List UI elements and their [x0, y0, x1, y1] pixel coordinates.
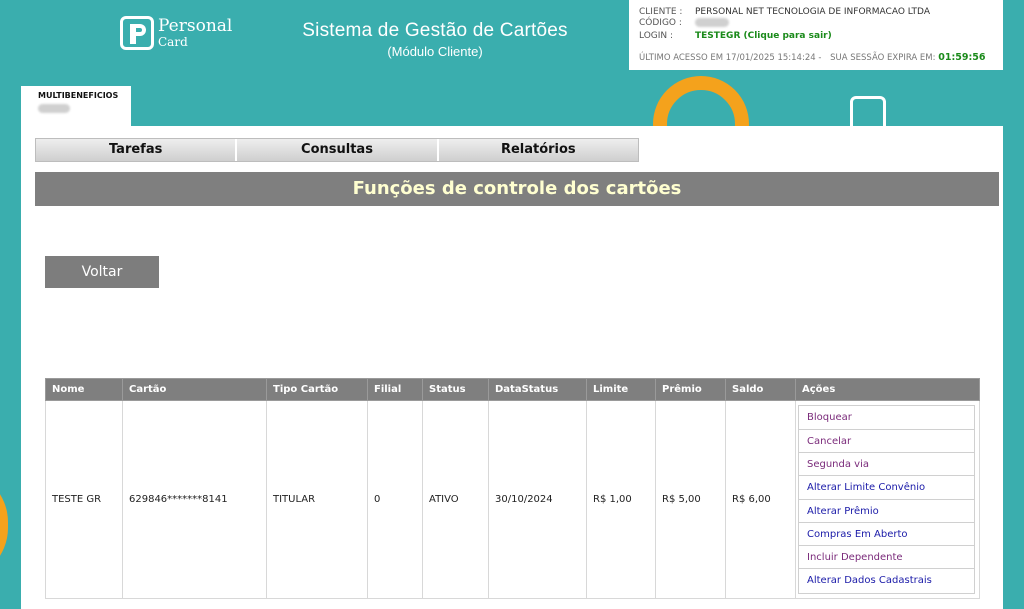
- action-compras-em-aberto[interactable]: Compras Em Aberto: [799, 523, 974, 547]
- codigo-label: CÓDIGO :: [639, 18, 682, 28]
- action-segunda-via[interactable]: Segunda via: [799, 453, 974, 477]
- cell-cartao: 629846*******8141: [122, 400, 267, 599]
- actions-list: Bloquear Cancelar Segunda via Alterar Li…: [798, 405, 975, 594]
- cell-limite: R$ 1,00: [586, 400, 656, 599]
- logo-line2: Card: [158, 35, 188, 49]
- table-header-row: Nome Cartão Tipo Cartão Filial Status Da…: [45, 378, 980, 401]
- login-label: LOGIN :: [639, 31, 674, 41]
- menu-tarefas[interactable]: Tarefas: [36, 139, 238, 161]
- page-subtitle: (Módulo Cliente): [387, 44, 483, 59]
- col-datastatus: DataStatus: [488, 378, 587, 401]
- action-incluir-dependente[interactable]: Incluir Dependente: [799, 546, 974, 570]
- cell-saldo: R$ 6,00: [725, 400, 796, 599]
- action-alterar-dados-cadastrais[interactable]: Alterar Dados Cadastrais: [799, 569, 974, 592]
- action-alterar-premio[interactable]: Alterar Prêmio: [799, 500, 974, 523]
- back-button[interactable]: Voltar: [45, 256, 159, 288]
- action-alterar-limite-convenio[interactable]: Alterar Limite Convênio: [799, 476, 974, 500]
- section-title: Funções de controle dos cartões: [35, 172, 999, 206]
- menu-relatorios[interactable]: Relatórios: [438, 139, 638, 161]
- logo-line1: Personal: [158, 16, 233, 36]
- col-filial: Filial: [367, 378, 423, 401]
- tab-multibeneficios[interactable]: MULTIBENEFICIOS: [21, 86, 131, 130]
- cell-acoes: Bloquear Cancelar Segunda via Alterar Li…: [795, 400, 980, 599]
- cell-filial: 0: [367, 400, 423, 599]
- personal-card-logo: Personal Card: [120, 16, 232, 50]
- col-tipo-cartao: Tipo Cartão: [266, 378, 368, 401]
- session-timer: 01:59:56: [938, 52, 986, 63]
- cell-tipo-cartao: TITULAR: [266, 400, 368, 599]
- tab-redacted: [38, 104, 70, 113]
- cards-table: Nome Cartão Tipo Cartão Filial Status Da…: [45, 378, 980, 599]
- codigo-redacted: [695, 18, 729, 27]
- cell-nome: TESTE GR: [45, 400, 123, 599]
- col-nome: Nome: [45, 378, 123, 401]
- menu-consultas[interactable]: Consultas: [237, 139, 439, 161]
- action-cancelar[interactable]: Cancelar: [799, 430, 974, 453]
- page-title: Sistema de Gestão de Cartões: [302, 20, 568, 41]
- action-bloquear[interactable]: Bloquear: [799, 406, 974, 430]
- cliente-label: CLIENTE :: [639, 7, 683, 17]
- col-limite: Limite: [586, 378, 656, 401]
- cell-status: ATIVO: [422, 400, 489, 599]
- logout-link[interactable]: TESTEGR (Clique para sair): [695, 31, 832, 42]
- col-saldo: Saldo: [725, 378, 796, 401]
- col-acoes: Ações: [795, 378, 980, 401]
- cell-premio: R$ 5,00: [655, 400, 726, 599]
- main-panel: Tarefas Consultas Relatórios Funções de …: [21, 126, 1003, 609]
- cliente-value: PERSONAL NET TECNOLOGIA DE INFORMACAO LT…: [695, 7, 930, 17]
- logo-p-icon: [120, 16, 154, 50]
- session-expires-label: SUA SESSÃO EXPIRA EM:: [830, 53, 936, 63]
- col-cartao: Cartão: [122, 378, 267, 401]
- decorative-arc: [0, 470, 8, 580]
- table-row: TESTE GR 629846*******8141 TITULAR 0 ATI…: [45, 400, 980, 599]
- tab-label: MULTIBENEFICIOS: [38, 91, 119, 100]
- main-menu: Tarefas Consultas Relatórios: [35, 138, 639, 162]
- session-info: CLIENTE : PERSONAL NET TECNOLOGIA DE INF…: [629, 0, 1003, 70]
- last-access: ÚLTIMO ACESSO EM 17/01/2025 15:14:24 -: [639, 53, 822, 63]
- col-premio: Prêmio: [655, 378, 726, 401]
- col-status: Status: [422, 378, 489, 401]
- cell-datastatus: 30/10/2024: [488, 400, 587, 599]
- system-title: Sistema de Gestão de Cartões (Módulo Cli…: [300, 20, 570, 59]
